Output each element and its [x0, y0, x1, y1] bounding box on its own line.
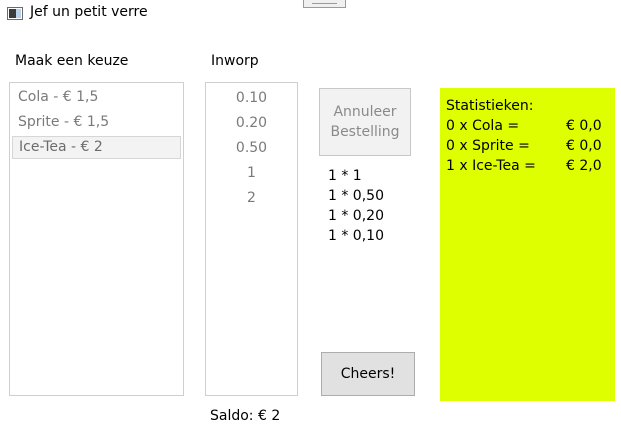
coin-list-label: Inworp [211, 53, 259, 69]
product-item-sprite[interactable]: Sprite - € 1,5 [12, 111, 181, 134]
app-window-icon [7, 7, 23, 20]
statistics-row-cola: 0 x Cola = € 0,0 [446, 116, 615, 136]
product-list-label: Maak een keuze [15, 53, 129, 69]
coin-item-1[interactable]: 1 [206, 161, 297, 186]
coin-item-0-50[interactable]: 0.50 [206, 136, 297, 161]
product-list[interactable]: Cola - € 1,5 Sprite - € 1,5 Ice-Tea - € … [9, 82, 184, 396]
statistics-row-label: 0 x Sprite = [446, 138, 530, 154]
statistics-row-label: 1 x Ice-Tea = [446, 158, 536, 174]
statistics-row-amount: € 0,0 [566, 118, 602, 134]
change-line: 1 * 0,50 [328, 188, 384, 204]
coin-item-2[interactable]: 2 [206, 186, 297, 211]
product-item-ice-tea[interactable]: Ice-Tea - € 2 [12, 136, 181, 159]
statistics-row-amount: € 2,0 [566, 158, 602, 174]
drag-handle[interactable] [303, 0, 346, 8]
statistics-title: Statistieken: [446, 98, 534, 114]
cheers-button[interactable]: Cheers! [321, 352, 415, 396]
cancel-order-button[interactable]: Annuleer Bestelling [319, 88, 411, 156]
balance-label: Saldo: € 2 [210, 408, 281, 424]
coin-list[interactable]: 0.10 0.20 0.50 1 2 [205, 82, 298, 396]
statistics-panel: Statistieken: 0 x Cola = € 0,0 0 x Sprit… [440, 88, 615, 401]
statistics-row-sprite: 0 x Sprite = € 0,0 [446, 136, 615, 156]
statistics-row-label: 0 x Cola = [446, 118, 520, 134]
change-list: 1 * 1 1 * 0,50 1 * 0,20 1 * 0,10 [328, 166, 384, 246]
change-line: 1 * 0,20 [328, 208, 384, 224]
coin-item-0-10[interactable]: 0.10 [206, 86, 297, 111]
change-line: 1 * 0,10 [328, 228, 384, 244]
statistics-row-amount: € 0,0 [566, 138, 602, 154]
window-title: Jef un petit verre [30, 4, 148, 20]
coin-item-0-20[interactable]: 0.20 [206, 111, 297, 136]
statistics-row-ice-tea: 1 x Ice-Tea = € 2,0 [446, 156, 615, 176]
product-item-cola[interactable]: Cola - € 1,5 [12, 86, 181, 109]
change-line: 1 * 1 [328, 168, 362, 184]
app-window: Jef un petit verre Maak een keuze Cola -… [0, 0, 621, 443]
